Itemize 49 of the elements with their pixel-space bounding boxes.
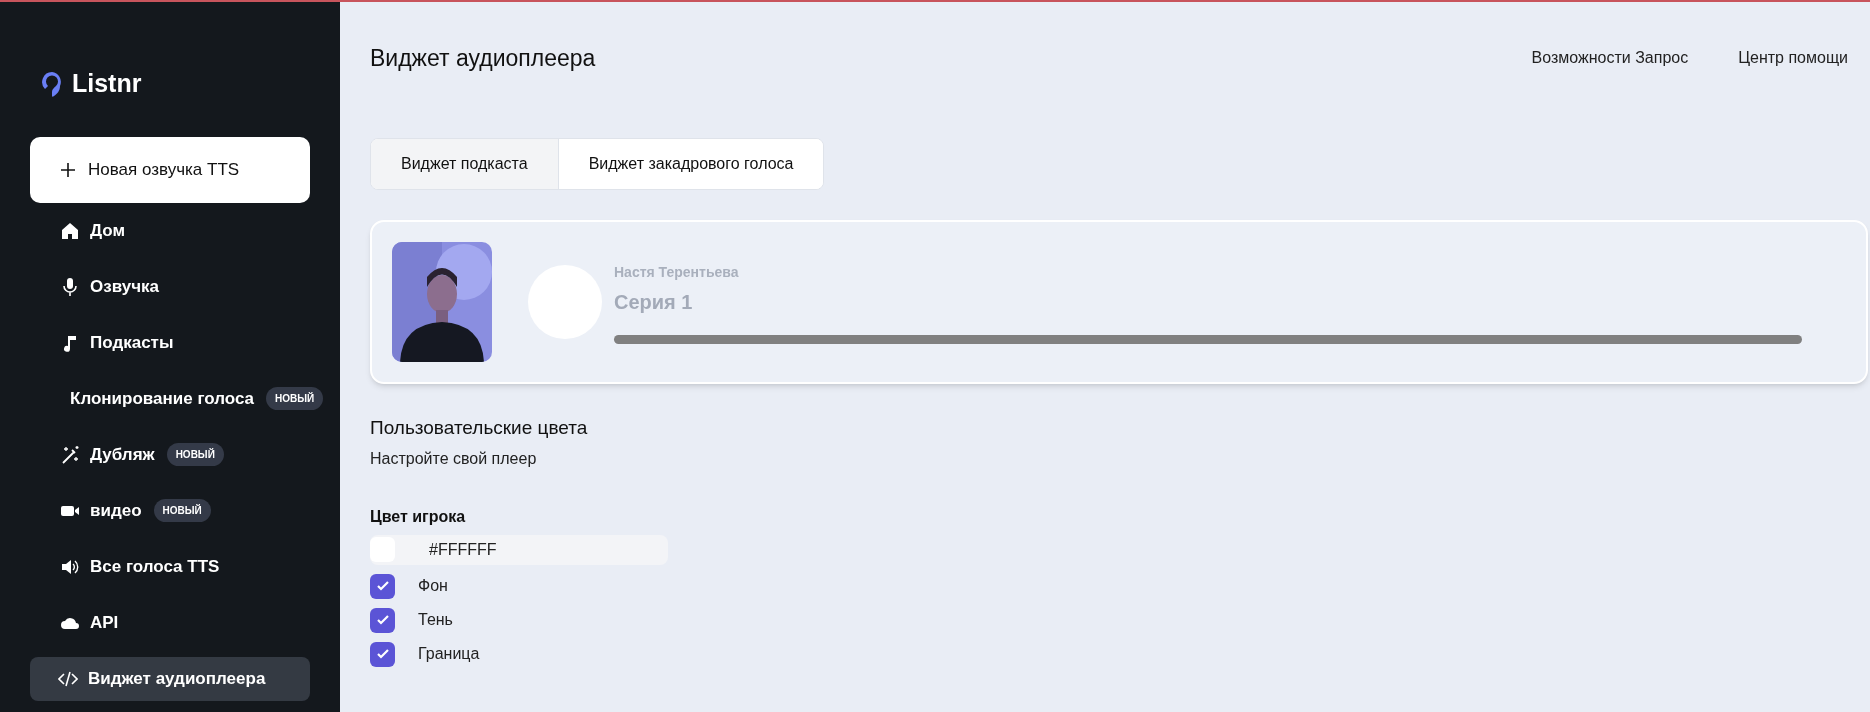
nav-item[interactable]: Дом (30, 208, 324, 253)
nav-label: Дом (90, 219, 126, 242)
nav-label: Подкасты (90, 331, 174, 354)
logo-icon (40, 69, 64, 98)
nav-label: Дубляж (90, 443, 155, 466)
header-link[interactable]: Центр помощи (1738, 46, 1848, 70)
field-label: Цвет игрока (370, 506, 467, 527)
checkbox-label: Фон (418, 576, 448, 596)
section-subtitle: Настройте свой плеер (370, 448, 538, 469)
nav-item[interactable]: Клонирование голоса НОВЫЙ (30, 376, 324, 421)
tab[interactable]: Виджет закадрового голоса (557, 139, 824, 189)
color-field[interactable]: #FFFFFF (370, 534, 668, 565)
home-icon (60, 220, 80, 241)
new-badge: НОВЫЙ (166, 443, 224, 466)
tab[interactable]: Виджет подкаста (371, 139, 558, 189)
plus-icon (60, 161, 76, 178)
nav-item[interactable]: Виджет аудиоплеера (30, 656, 310, 701)
microphone-icon (60, 276, 80, 297)
nav-item[interactable]: Озвучка (30, 264, 324, 309)
checkbox[interactable] (370, 641, 395, 667)
page-title: Виджет аудиоплеера (370, 43, 596, 73)
logo-text: Listnr (72, 68, 142, 99)
nav-label: Клонирование голоса (70, 387, 255, 410)
nav-item[interactable]: видео НОВЫЙ (30, 488, 324, 533)
checkbox[interactable] (370, 573, 395, 599)
nav-label: Все голоса TTS (90, 555, 220, 578)
nav-item[interactable]: Дубляж НОВЫЙ (30, 432, 324, 477)
artist-name: Настя Терентьева (614, 263, 740, 282)
nav-label: API (90, 611, 119, 634)
new-badge: НОВЫЙ (266, 387, 324, 410)
nav-item[interactable]: Все голоса TTS (30, 544, 324, 589)
checkbox-label: Граница (418, 644, 480, 664)
new-badge: НОВЫЙ (153, 499, 211, 522)
nav-item[interactable]: API (30, 600, 324, 645)
section-title: Пользовательские цвета (370, 416, 589, 440)
magic-wand-icon (60, 444, 80, 465)
checkbox[interactable] (370, 607, 395, 633)
nav-label: Озвучка (90, 275, 159, 298)
progress-track[interactable] (614, 335, 1802, 344)
nav-item[interactable]: Подкасты (30, 320, 324, 365)
check-icon (375, 647, 390, 661)
episode-title: Серия 1 (614, 290, 694, 315)
new-tts-button[interactable]: Новая озвучка TTS (30, 136, 310, 203)
check-icon (375, 579, 390, 593)
nav-label: Виджет аудиоплеера (88, 667, 266, 690)
nav-label: видео (90, 499, 142, 522)
check-icon (375, 613, 390, 627)
header-link[interactable]: Возможности Запрос (1531, 46, 1689, 70)
checkbox-label: Тень (418, 610, 453, 630)
